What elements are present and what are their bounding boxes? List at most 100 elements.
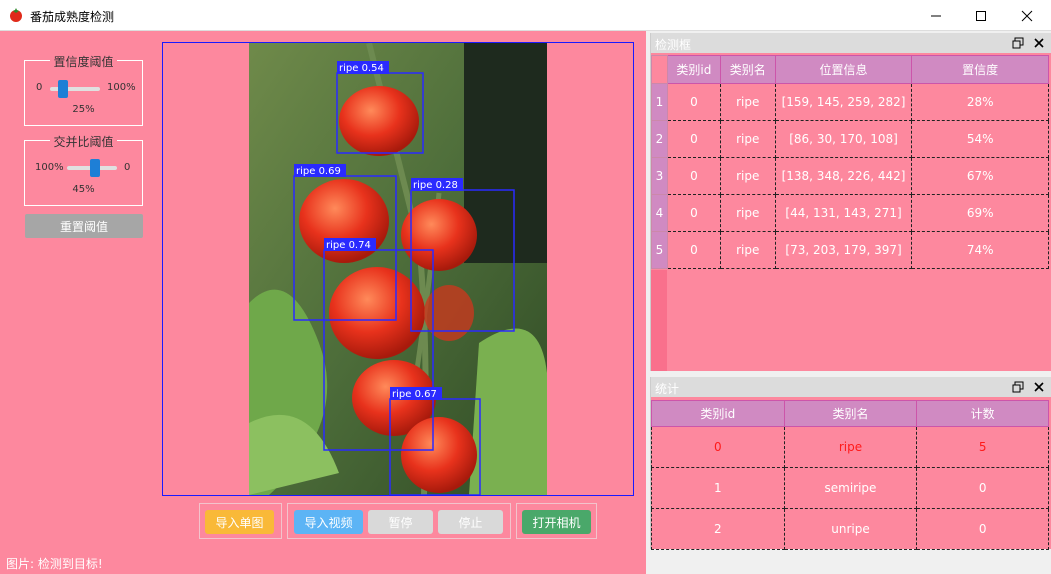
confidence-value: 25%	[72, 104, 95, 115]
table-row[interactable]: 4 0 ripe [44, 131, 143, 271] 69%	[651, 194, 1049, 232]
pause-button[interactable]: 暂停	[368, 510, 433, 534]
table-row[interactable]: 2 0 ripe [86, 30, 170, 108] 54%	[651, 120, 1049, 158]
table-cell[interactable]: 67%	[911, 157, 1049, 195]
reset-threshold-button[interactable]: 重置阈值	[25, 214, 143, 238]
camera-button-group: 打开相机	[516, 503, 597, 539]
row-number: 2	[651, 120, 668, 158]
title-bar: 番茄成熟度检测	[0, 0, 1051, 31]
table-cell[interactable]: semiripe	[783, 467, 918, 509]
row-number: 3	[651, 157, 668, 195]
table-cell[interactable]: 54%	[911, 120, 1049, 158]
table-cell[interactable]: [73, 203, 179, 397]	[774, 231, 913, 269]
iou-value: 45%	[72, 184, 95, 195]
column-header[interactable]: 类别id	[651, 400, 785, 427]
table-cell[interactable]: 0	[666, 194, 721, 232]
table-cell[interactable]: 0	[666, 83, 721, 121]
row-number: 4	[651, 194, 668, 232]
close-icon[interactable]	[1033, 381, 1045, 393]
confidence-title: 置信度阈值	[50, 55, 117, 69]
confidence-slider-handle[interactable]	[57, 80, 68, 98]
table-cell[interactable]: 5	[916, 426, 1049, 468]
stats-panel-title: 统计	[655, 382, 680, 396]
close-button[interactable]	[1004, 0, 1050, 31]
detection-panel-title: 检测框	[655, 38, 692, 52]
table-cell[interactable]: ripe	[719, 83, 776, 121]
table-cell[interactable]: ripe	[783, 426, 918, 468]
maximize-button[interactable]	[958, 0, 1004, 31]
table-cell[interactable]: 0	[666, 120, 721, 158]
tomato-icon	[10, 8, 22, 22]
table-row[interactable]: 1 semiripe 0	[651, 467, 1049, 509]
confidence-min-label: 0	[36, 82, 43, 93]
row-header-filler	[651, 270, 667, 371]
video-button-group: 导入视频 暂停 停止	[287, 503, 511, 539]
table-cell[interactable]: [159, 145, 259, 282]	[774, 83, 913, 121]
table-cell[interactable]: ripe	[719, 231, 776, 269]
table-cell[interactable]: ripe	[719, 157, 776, 195]
table-cell[interactable]: [86, 30, 170, 108]	[774, 120, 913, 158]
maximize-icon	[976, 10, 986, 21]
image-button-group: 导入单图	[199, 503, 282, 539]
row-number: 5	[651, 231, 668, 269]
table-cell[interactable]: 0	[916, 467, 1049, 509]
iou-title: 交并比阈值	[50, 135, 117, 149]
column-header[interactable]: 计数	[916, 400, 1049, 427]
iou-group: 交并比阈值 100% 0 45%	[24, 135, 143, 206]
detection-label: ripe 0.54	[339, 63, 384, 74]
table-cell[interactable]: ripe	[719, 194, 776, 232]
table-row[interactable]: 0 ripe 5	[651, 426, 1049, 468]
table-cell[interactable]: 0	[666, 231, 721, 269]
table-cell[interactable]: 0	[666, 157, 721, 195]
minimize-icon	[931, 15, 941, 16]
stats-table: 类别id 类别名 计数 0 ripe 5 1 semiripe 0 2 unri…	[651, 400, 1049, 550]
confidence-max-label: 100%	[107, 82, 136, 93]
main-area: 置信度阈值 0 100% 25% 交并比阈值 100% 0 45% 重置阈值 r…	[0, 31, 646, 574]
column-header[interactable]: 类别名	[783, 400, 918, 427]
table-row[interactable]: 1 0 ripe [159, 145, 259, 282] 28%	[651, 83, 1049, 121]
stats-panel-header: 统计	[651, 377, 1051, 397]
detection-table: 类别id 类别名 位置信息 置信度 1 0 ripe [159, 145, 25…	[651, 55, 1049, 269]
table-cell[interactable]: 28%	[911, 83, 1049, 121]
table-cell[interactable]: ripe	[719, 120, 776, 158]
detection-panel-header: 检测框	[651, 33, 1051, 53]
column-header[interactable]: 类别名	[719, 55, 776, 84]
table-cell[interactable]: 74%	[911, 231, 1049, 269]
row-number: 1	[651, 83, 668, 121]
float-icon[interactable]	[1012, 37, 1024, 49]
table-row[interactable]: 2 unripe 0	[651, 508, 1049, 550]
column-header[interactable]: 类别id	[666, 55, 721, 84]
detection-label: ripe 0.28	[413, 180, 458, 191]
table-row[interactable]: 3 0 ripe [138, 348, 226, 442] 67%	[651, 157, 1049, 195]
iou-slider-handle[interactable]	[89, 159, 100, 177]
import-video-button[interactable]: 导入视频	[294, 510, 363, 534]
table-cell[interactable]: 0	[651, 426, 785, 468]
status-text: 图片: 检测到目标!	[6, 557, 103, 571]
float-icon[interactable]	[1012, 381, 1024, 393]
table-cell[interactable]: 0	[916, 508, 1049, 550]
detection-label: ripe 0.69	[296, 166, 341, 177]
tomato-photo: ripe 0.54 ripe 0.69 ripe 0.28 ripe 0.74 …	[249, 43, 547, 495]
table-cell[interactable]: 1	[651, 467, 785, 509]
confidence-group: 置信度阈值 0 100% 25%	[24, 55, 143, 126]
column-header[interactable]: 位置信息	[774, 55, 913, 84]
detection-label: ripe 0.67	[392, 389, 437, 400]
table-cell[interactable]: [138, 348, 226, 442]	[774, 157, 913, 195]
import-image-button[interactable]: 导入单图	[205, 510, 274, 534]
close-icon	[1021, 10, 1033, 21]
iou-max-label: 0	[124, 162, 131, 173]
stop-button[interactable]: 停止	[438, 510, 503, 534]
detection-label: ripe 0.74	[326, 240, 371, 251]
iou-min-label: 100%	[35, 162, 64, 173]
table-cell[interactable]: 2	[651, 508, 785, 550]
stats-panel: 统计 类别id 类别名 计数 0 ripe 5 1 semiripe 0 2 u…	[650, 377, 1051, 550]
close-icon[interactable]	[1033, 37, 1045, 49]
table-cell[interactable]: 69%	[911, 194, 1049, 232]
table-cell[interactable]: [44, 131, 143, 271]	[774, 194, 913, 232]
detection-panel: 检测框 类别id 类别名 位置信息 置信度 1 0 ripe [159, 145…	[650, 33, 1051, 371]
column-header[interactable]: 置信度	[911, 55, 1049, 84]
table-row[interactable]: 5 0 ripe [73, 203, 179, 397] 74%	[651, 231, 1049, 269]
table-cell[interactable]: unripe	[783, 508, 918, 550]
open-camera-button[interactable]: 打开相机	[522, 510, 591, 534]
window-title: 番茄成熟度检测	[30, 10, 115, 24]
minimize-button[interactable]	[913, 0, 959, 31]
